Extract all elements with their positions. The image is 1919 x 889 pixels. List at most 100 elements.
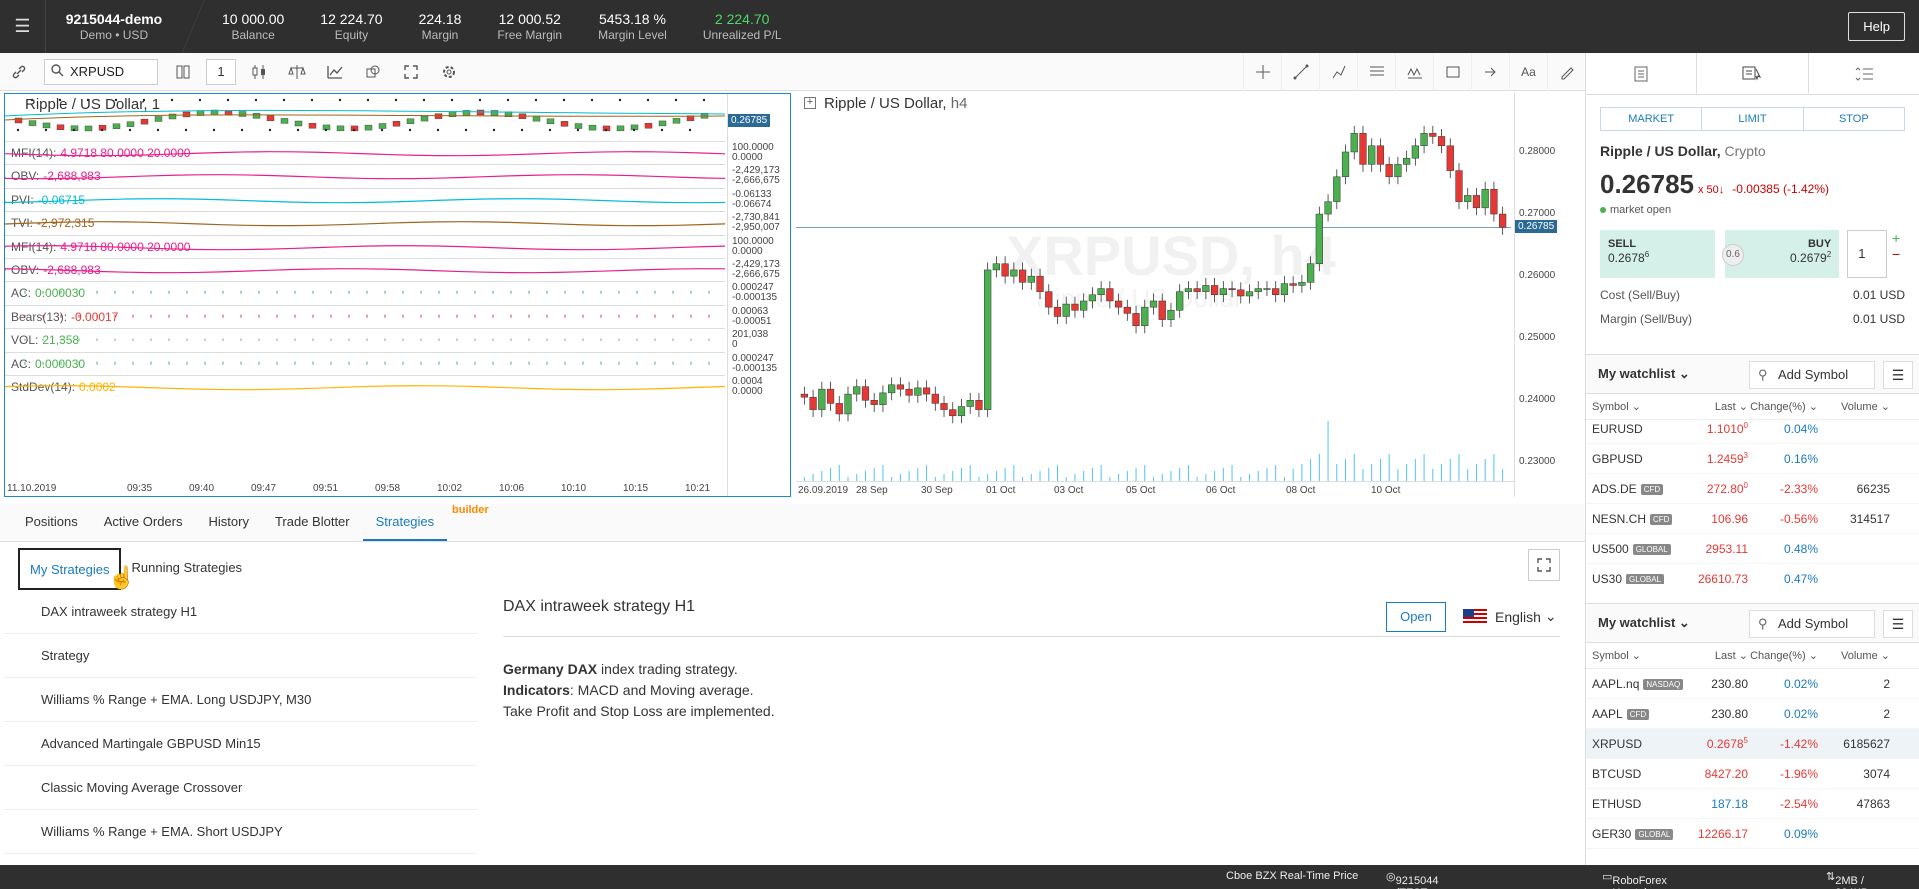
watchlist-row[interactable]: GER30 GLOBAL 12266.17 0.09% (1586, 819, 1919, 849)
expand-icon[interactable] (1528, 549, 1560, 581)
list-icon[interactable] (1586, 53, 1698, 94)
symbol-search[interactable]: XRPUSD (44, 58, 158, 85)
change-percent: 0.48% (1783, 541, 1818, 556)
volume-bar (1449, 459, 1451, 481)
menu-icon[interactable]: ☰ (1883, 361, 1913, 389)
menu-icon[interactable]: ☰ (1883, 610, 1913, 638)
last-price: 12266.17 (1686, 827, 1748, 841)
crosshair-icon[interactable] (1243, 53, 1281, 91)
brush-icon[interactable] (1547, 53, 1585, 91)
subtab-running-strategies[interactable]: Running Strategies (121, 548, 252, 590)
quantity-input[interactable]: 1 (1847, 230, 1888, 278)
account-selector[interactable]: 9215044-demo Demo • USD (46, 11, 182, 43)
volume: 47863 (1856, 796, 1890, 811)
column-header[interactable]: Last ⌄ (1686, 649, 1748, 662)
spread-badge: 0.6 (1722, 244, 1744, 266)
hamburger-icon[interactable]: ☰ (0, 0, 46, 53)
column-header[interactable]: Symbol ⌄ (1586, 649, 1686, 662)
column-header[interactable]: Last ⌄ (1686, 400, 1748, 413)
strategy-list-item[interactable]: Williams % Range + EMA. Short USDJPY (4, 810, 477, 854)
fib-icon[interactable] (1357, 53, 1395, 91)
strategy-list: DAX intraweek strategy H1 Strategy William… (4, 590, 477, 860)
watchlist-title[interactable]: My watchlist ⌄ (1598, 366, 1690, 382)
compare-icon[interactable] (278, 53, 316, 91)
open-button[interactable]: Open (1386, 602, 1446, 632)
watchlist-row[interactable]: US30 GLOBAL 26610.73 0.47% (1586, 564, 1919, 584)
subtab-my-strategies[interactable]: My Strategies (18, 548, 122, 590)
chart-pane-h4[interactable]: + Ripple / US Dollar, h4 XRPUSD, h4 Ripp… (796, 93, 1585, 497)
add-symbol-button[interactable]: ⚲ Add Symbol (1749, 610, 1875, 638)
volume-bar (952, 471, 954, 481)
add-symbol-button[interactable]: ⚲ Add Symbol (1749, 361, 1875, 389)
order-type-stop[interactable]: STOP (1804, 108, 1904, 130)
link-icon[interactable] (0, 53, 38, 91)
watchlist-row[interactable]: ETHUSD 187.18 -2.54% 47863 (1586, 789, 1919, 819)
candles-icon[interactable] (240, 53, 278, 91)
minus-icon[interactable]: − (1892, 246, 1900, 262)
watchlist-row[interactable]: BTCUSD 8427.20 -1.96% 3074 (1586, 759, 1919, 789)
settings-icon[interactable] (430, 53, 468, 91)
tab-history[interactable]: History (196, 504, 262, 541)
arrow-icon[interactable] (1471, 53, 1509, 91)
text-icon[interactable]: Aa (1509, 53, 1547, 91)
sell-button[interactable]: SELL 0.26786 (1600, 230, 1715, 278)
volume-bar (1266, 468, 1268, 481)
tab-active-orders[interactable]: Active Orders (91, 504, 196, 541)
strategy-list-item[interactable]: DAX intraweek strategy H1 (4, 590, 477, 634)
column-header[interactable]: Volume ⌄ (1818, 400, 1896, 413)
objects-icon[interactable] (354, 53, 392, 91)
chart-pane-m1[interactable]: Ripple / US Dollar, 1 MFI(14): 4.9718 80.… (4, 93, 791, 497)
watchlist-row[interactable]: GBPUSD 1.24593 0.16% (1586, 444, 1919, 474)
watchlist-row[interactable]: EURUSD 1.10100 0.04% (1586, 414, 1919, 444)
tab-strategies[interactable]: Strategies (362, 504, 448, 541)
watchlist-row[interactable]: NESN.CH CFD 106.96 -0.56% 314517 (1586, 504, 1919, 534)
volume-bar (1161, 474, 1163, 481)
column-header[interactable]: Symbol ⌄ (1586, 400, 1686, 413)
tab-trade-blotter[interactable]: Trade Blotter (262, 504, 363, 541)
watchlist-row[interactable]: AAPL CFD 230.80 0.02% 2 (1586, 699, 1919, 729)
symbol-input[interactable]: XRPUSD (70, 64, 124, 79)
indicators-icon[interactable] (316, 53, 354, 91)
column-header[interactable]: Change(%) ⌄ (1748, 400, 1818, 413)
watchlist-row[interactable]: ADS.DE CFD 272.800 -2.33% 66235 (1586, 474, 1919, 504)
column-header[interactable]: Change(%) ⌄ (1748, 649, 1818, 662)
tab-positions[interactable]: Positions (12, 504, 91, 541)
watchlist-rows: EURUSD 1.10100 0.04% GBPUSD 1.24593 0.16% ADS.… (1586, 414, 1919, 584)
last-price: 0.26785 (1686, 736, 1748, 751)
rectangle-icon[interactable] (1433, 53, 1471, 91)
fullscreen-icon[interactable] (392, 53, 430, 91)
y-tick-label: 0.28000 (1519, 145, 1556, 157)
quantity-stepper[interactable]: + − (1887, 230, 1905, 278)
volume-bar (1083, 471, 1085, 481)
candle-body (800, 393, 808, 398)
candle-body (1036, 275, 1044, 292)
plus-icon[interactable]: + (1892, 230, 1900, 246)
symbol-cell: XRPUSD (1586, 737, 1686, 751)
change-percent: 0.09% (1783, 826, 1818, 841)
account-status: ◎ 9215044 (TEST Svirina Roboforex) (1386, 871, 1439, 889)
order-type-limit[interactable]: LIMIT (1702, 108, 1804, 130)
strategy-list-item[interactable]: Advanced Martingale GBPUSD Min15 (4, 722, 477, 766)
detail-list-icon[interactable] (1809, 53, 1919, 94)
layout-icon[interactable] (164, 53, 202, 91)
column-header[interactable]: Volume ⌄ (1818, 649, 1896, 662)
help-button[interactable]: Help (1848, 12, 1905, 41)
wave-icon[interactable] (1395, 53, 1433, 91)
watchlist-row[interactable]: AAPL.nq NASDAQ 230.80 0.02% 2 (1586, 669, 1919, 699)
order-ticket-icon[interactable] (1697, 53, 1809, 94)
language-select[interactable]: English ⌄ (1463, 608, 1557, 625)
order-type-market[interactable]: MARKET (1601, 108, 1703, 130)
watchlist-row[interactable]: XRPUSD 0.26785 -1.42% 6185627 (1586, 729, 1919, 759)
watchlist-title[interactable]: My watchlist ⌄ (1598, 615, 1690, 631)
watchlist-row[interactable]: US500 GLOBAL 2953.11 0.48% (1586, 534, 1919, 564)
symbol-cell: US500 GLOBAL (1586, 542, 1686, 556)
strategy-list-item[interactable]: Williams % Range + EMA. Long USDJPY, M30 (4, 678, 477, 722)
multiplier-input[interactable]: 1 (206, 58, 236, 85)
strategy-list-item[interactable]: Strategy (4, 634, 477, 678)
candle-body (896, 384, 904, 390)
path-icon[interactable] (1319, 53, 1357, 91)
strategy-list-item[interactable]: Classic Moving Average Crossover (4, 766, 477, 810)
line-icon[interactable] (1281, 53, 1319, 91)
indicator-line (24, 314, 710, 318)
margin-row: Margin (Sell/Buy) 0.01 USD (1600, 312, 1905, 326)
